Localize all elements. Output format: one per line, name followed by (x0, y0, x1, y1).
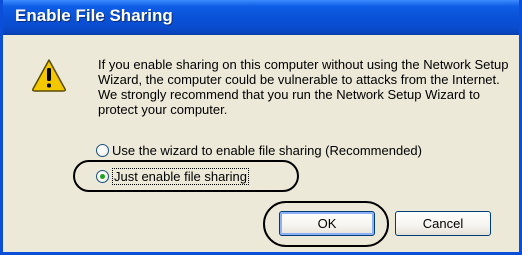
warning-icon (32, 59, 66, 92)
radio-use-wizard-label: Use the wizard to enable file sharing (R… (112, 142, 422, 158)
warning-message: If you enable sharing on this computer w… (98, 57, 509, 117)
title-bar[interactable]: Enable File Sharing (3, 0, 519, 35)
highlight-circle-ok (263, 201, 389, 247)
cancel-button[interactable]: Cancel (395, 211, 491, 236)
enable-file-sharing-dialog: Enable File Sharing If you enable sharin… (0, 0, 522, 255)
dialog-title: Enable File Sharing (15, 6, 173, 25)
radio-button-unselected[interactable] (96, 143, 109, 157)
highlight-circle-radio (73, 160, 299, 192)
radio-use-wizard[interactable]: Use the wizard to enable file sharing (R… (96, 141, 422, 159)
